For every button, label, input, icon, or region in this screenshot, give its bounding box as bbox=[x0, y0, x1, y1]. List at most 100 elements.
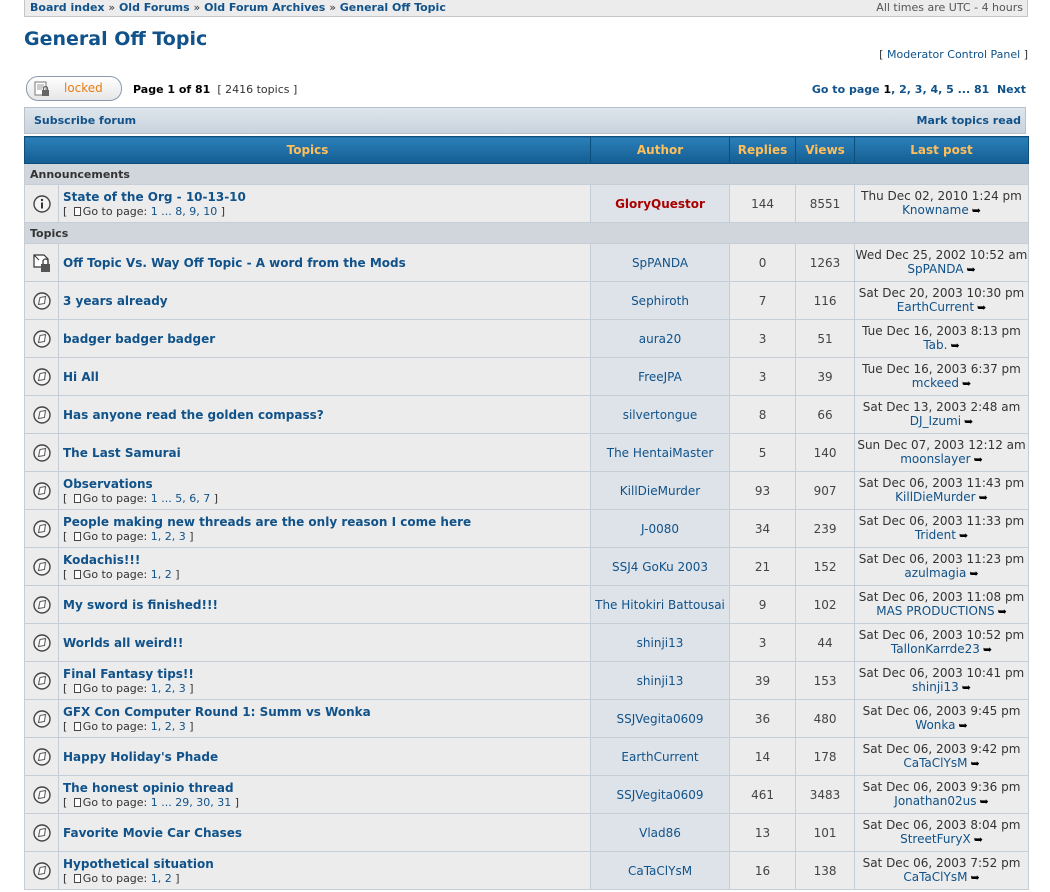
view-latest-post-icon[interactable]: ➥ bbox=[970, 757, 979, 771]
breadcrumb-old-forum-archives[interactable]: Old Forum Archives bbox=[204, 1, 325, 14]
topic-title-link[interactable]: Has anyone read the golden compass? bbox=[63, 408, 590, 422]
topic-title-link[interactable]: Happy Holiday's Phade bbox=[63, 750, 590, 764]
view-latest-post-icon[interactable]: ➥ bbox=[998, 605, 1007, 619]
last-post-user-link[interactable]: azulmagia bbox=[904, 566, 966, 580]
topic-title-link[interactable]: Kodachis!!! bbox=[63, 553, 590, 567]
author-link[interactable]: CaTaClYsM bbox=[628, 864, 692, 878]
topic-title-link[interactable]: Hi All bbox=[63, 370, 590, 384]
topic-title-link[interactable]: Observations bbox=[63, 477, 590, 491]
author-link[interactable]: Sephiroth bbox=[631, 294, 689, 308]
topic-page-links[interactable]: 1 ... 5, 6, 7 bbox=[151, 492, 210, 505]
last-post-user-link[interactable]: Trident bbox=[915, 528, 956, 542]
last-post-user-link[interactable]: Knowname bbox=[902, 203, 969, 217]
last-post-user-link[interactable]: SpPANDA bbox=[907, 262, 963, 276]
topic-page-links[interactable]: 1, 2 bbox=[151, 568, 172, 581]
view-latest-post-icon[interactable]: ➥ bbox=[964, 415, 973, 429]
topic-views: 239 bbox=[795, 509, 856, 548]
view-latest-post-icon[interactable]: ➥ bbox=[969, 567, 978, 581]
moderator-control-panel-link[interactable]: Moderator Control Panel bbox=[887, 48, 1020, 61]
breadcrumb-general-off-topic[interactable]: General Off Topic bbox=[340, 1, 446, 14]
author-link[interactable]: shinji13 bbox=[637, 674, 684, 688]
view-latest-post-icon[interactable]: ➥ bbox=[979, 491, 988, 505]
author-link[interactable]: SSJVegita0609 bbox=[617, 788, 704, 802]
author-link[interactable]: SSJVegita0609 bbox=[617, 712, 704, 726]
topic-page-links[interactable]: 1, 2, 3 bbox=[151, 720, 186, 733]
view-latest-post-icon[interactable]: ➥ bbox=[950, 339, 959, 353]
forum-title[interactable]: General Off Topic bbox=[24, 28, 207, 50]
author-link[interactable]: Vlad86 bbox=[639, 826, 681, 840]
last-post-user-link[interactable]: DJ_Izumi bbox=[910, 414, 961, 428]
last-post-user-link[interactable]: moonslayer bbox=[900, 452, 970, 466]
author-link[interactable]: The HentaiMaster bbox=[607, 446, 714, 460]
subscribe-forum-link[interactable]: Subscribe forum bbox=[34, 108, 136, 134]
view-latest-post-icon[interactable]: ➥ bbox=[970, 871, 979, 885]
author-link[interactable]: The Hitokiri Battousai bbox=[595, 598, 725, 612]
last-post-user-link[interactable]: mckeed bbox=[912, 376, 959, 390]
author-link[interactable]: silvertongue bbox=[623, 408, 698, 422]
goto-page-link[interactable]: Go to page bbox=[812, 83, 880, 96]
author-link[interactable]: KillDieMurder bbox=[620, 484, 700, 498]
topic-title-link[interactable]: People making new threads are the only r… bbox=[63, 515, 590, 529]
topic-title-link[interactable]: My sword is finished!!! bbox=[63, 598, 590, 612]
view-latest-post-icon[interactable]: ➥ bbox=[962, 681, 971, 695]
page-link[interactable]: 3 bbox=[915, 83, 923, 96]
page-icon bbox=[73, 683, 81, 693]
next-page-link[interactable]: Next bbox=[997, 83, 1026, 96]
last-post-user-link[interactable]: KillDieMurder bbox=[895, 490, 975, 504]
last-post-user-link[interactable]: MAS PRODUCTIONS bbox=[876, 604, 994, 618]
topic-title-link[interactable]: State of the Org - 10-13-10 bbox=[63, 190, 590, 204]
author-link[interactable]: SSJ4 GoKu 2003 bbox=[612, 560, 708, 574]
view-latest-post-icon[interactable]: ➥ bbox=[983, 643, 992, 657]
topic-title-link[interactable]: 3 years already bbox=[63, 294, 590, 308]
author-link[interactable]: FreeJPA bbox=[638, 370, 682, 384]
view-latest-post-icon[interactable]: ➥ bbox=[966, 263, 975, 277]
view-latest-post-icon[interactable]: ➥ bbox=[962, 377, 971, 391]
last-post-user-link[interactable]: TallonKarrde23 bbox=[891, 642, 980, 656]
view-latest-post-icon[interactable]: ➥ bbox=[974, 833, 983, 847]
page-link[interactable]: 2 bbox=[899, 83, 907, 96]
last-post-date: Sat Dec 13, 2003 2:48 am bbox=[862, 400, 1021, 414]
topic-title-link[interactable]: badger badger badger bbox=[63, 332, 590, 346]
topic-title-link[interactable]: The Last Samurai bbox=[63, 446, 590, 460]
last-post-user-link[interactable]: Jonathan02us bbox=[894, 794, 976, 808]
topic-page-links[interactable]: 1 ... 29, 30, 31 bbox=[151, 796, 231, 809]
author-link[interactable]: GloryQuestor bbox=[615, 197, 705, 211]
locked-button[interactable]: locked bbox=[26, 76, 122, 101]
author-link[interactable]: EarthCurrent bbox=[621, 750, 698, 764]
last-post-user-link[interactable]: StreetFuryX bbox=[900, 832, 971, 846]
view-latest-post-icon[interactable]: ➥ bbox=[972, 204, 981, 218]
page-link[interactable]: 4 bbox=[930, 83, 938, 96]
page-link[interactable]: 5 bbox=[946, 83, 954, 96]
breadcrumb-old-forums[interactable]: Old Forums bbox=[119, 1, 190, 14]
topic-title-link[interactable]: Favorite Movie Car Chases bbox=[63, 826, 590, 840]
topic-page-links[interactable]: 1 ... 8, 9, 10 bbox=[151, 205, 217, 218]
view-latest-post-icon[interactable]: ➥ bbox=[974, 453, 983, 467]
view-latest-post-icon[interactable]: ➥ bbox=[959, 719, 968, 733]
topic-page-links[interactable]: 1, 2, 3 bbox=[151, 682, 186, 695]
topic-title-link[interactable]: Worlds all weird!! bbox=[63, 636, 590, 650]
last-post-user-link[interactable]: shinji13 bbox=[912, 680, 959, 694]
author-link[interactable]: J-0080 bbox=[641, 522, 679, 536]
last-post-user-link[interactable]: CaTaClYsM bbox=[903, 756, 967, 770]
topic-title-link[interactable]: Hypothetical situation bbox=[63, 857, 590, 871]
topic-title-link[interactable]: Final Fantasy tips!! bbox=[63, 667, 590, 681]
page-link[interactable]: 81 bbox=[974, 83, 989, 96]
author-link[interactable]: aura20 bbox=[639, 332, 682, 346]
last-post-user-link[interactable]: Wonka bbox=[915, 718, 955, 732]
author-link[interactable]: SpPANDA bbox=[632, 256, 688, 270]
view-latest-post-icon[interactable]: ➥ bbox=[977, 301, 986, 315]
last-post-user-link[interactable]: EarthCurrent bbox=[897, 300, 974, 314]
mark-topics-read-link[interactable]: Mark topics read bbox=[917, 108, 1021, 134]
topic-title-link[interactable]: The honest opinio thread bbox=[63, 781, 590, 795]
last-post-user-link[interactable]: Tab. bbox=[923, 338, 947, 352]
topic-page-links[interactable]: 1, 2 bbox=[151, 872, 172, 885]
author-link[interactable]: shinji13 bbox=[637, 636, 684, 650]
view-latest-post-icon[interactable]: ➥ bbox=[980, 795, 989, 809]
last-post-user-link[interactable]: CaTaClYsM bbox=[903, 870, 967, 884]
topic-author: The Hitokiri Battousai bbox=[590, 585, 731, 624]
breadcrumb-board-index[interactable]: Board index bbox=[30, 1, 105, 14]
topic-title-link[interactable]: Off Topic Vs. Way Off Topic - A word fro… bbox=[63, 256, 590, 270]
topic-page-links[interactable]: 1, 2, 3 bbox=[151, 530, 186, 543]
view-latest-post-icon[interactable]: ➥ bbox=[959, 529, 968, 543]
topic-title-link[interactable]: GFX Con Computer Round 1: Summ vs Wonka bbox=[63, 705, 590, 719]
